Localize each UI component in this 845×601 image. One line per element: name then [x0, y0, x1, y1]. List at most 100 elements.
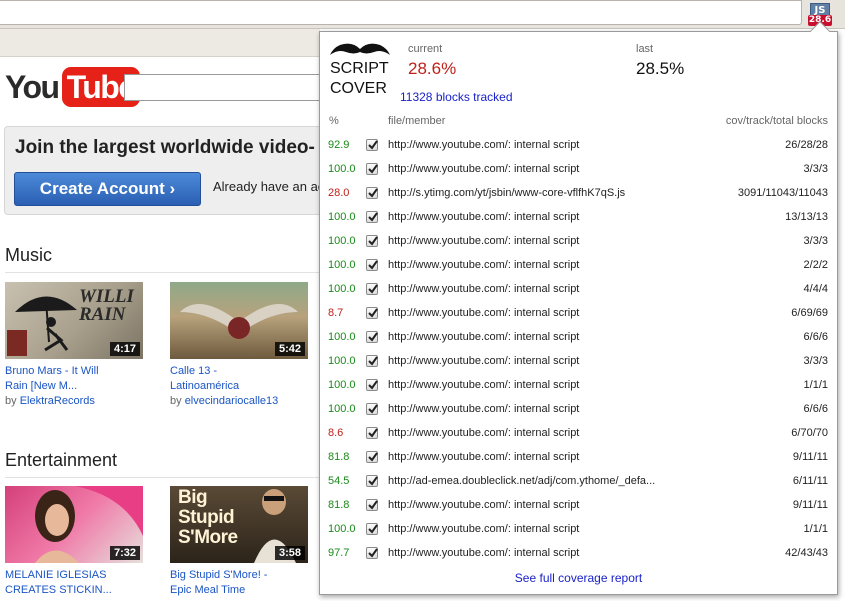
video-byline: by elvecindariocalle13: [170, 394, 310, 408]
scriptcover-logo: SCRIPT COVER: [327, 41, 391, 99]
video-thumbnail[interactable]: 7:32: [5, 486, 143, 563]
checkmark-icon: [368, 212, 378, 222]
block-counts: 2/2/2: [803, 259, 828, 271]
video-title-link[interactable]: Calle 13 - Latinoamérica: [170, 364, 310, 394]
video-title-link[interactable]: MELANIE IGLESIAS CREATES STICKIN...: [5, 568, 145, 598]
track-checkbox[interactable]: [366, 211, 378, 223]
block-counts: 3091/11043/11043: [737, 187, 828, 199]
checkmark-icon: [368, 236, 378, 246]
create-account-button[interactable]: Create Account ›: [14, 172, 201, 206]
track-checkbox[interactable]: [366, 499, 378, 511]
coverage-row: 8.7 http://www.youtube.com/: internal scr…: [320, 301, 837, 325]
block-counts: 13/13/13: [785, 211, 828, 223]
video-thumbnail[interactable]: WILLI RAIN 4:17: [5, 282, 143, 359]
section-title-entertainment[interactable]: Entertainment: [5, 450, 117, 471]
checkmark-icon: [368, 260, 378, 270]
block-counts: 9/11/11: [792, 499, 828, 511]
coverage-percent: 100.0: [328, 163, 356, 175]
track-checkbox[interactable]: [366, 187, 378, 199]
video-item[interactable]: 5:42 Calle 13 - Latinoamérica by elvecin…: [170, 282, 310, 408]
coverage-row: 100.0 http://www.youtube.com/: internal s…: [320, 229, 837, 253]
checkmark-icon: [368, 548, 378, 558]
search-input[interactable]: [124, 74, 324, 101]
coverage-percent: 100.0: [328, 523, 356, 535]
file-member-name: http://www.youtube.com/: internal script: [388, 499, 580, 511]
bookmarks-bar: [0, 29, 320, 57]
video-title-link[interactable]: Big Stupid S'More! - Epic Meal Time: [170, 568, 310, 598]
file-member-name: http://www.youtube.com/: internal script: [388, 259, 580, 271]
track-checkbox[interactable]: [366, 475, 378, 487]
mustache-icon: [330, 43, 390, 55]
coverage-row: 100.0 http://www.youtube.com/: internal s…: [320, 205, 837, 229]
file-member-name: http://ad-emea.doubleclick.net/adj/com.y…: [388, 475, 656, 487]
block-counts: 6/11/11: [792, 475, 828, 487]
coverage-percent: 54.5: [328, 475, 350, 487]
coverage-percent: 100.0: [328, 331, 356, 343]
checkmark-icon: [368, 452, 378, 462]
file-member-name: http://www.youtube.com/: internal script: [388, 355, 580, 367]
address-bar[interactable]: [0, 0, 802, 25]
video-thumbnail[interactable]: 5:42: [170, 282, 308, 359]
track-checkbox[interactable]: [366, 403, 378, 415]
video-title-link[interactable]: Bruno Mars - It Will Rain [New M...: [5, 364, 145, 394]
track-checkbox[interactable]: [366, 379, 378, 391]
file-member-name: http://www.youtube.com/: internal script: [388, 163, 580, 175]
video-item[interactable]: 7:32 MELANIE IGLESIAS CREATES STICKIN...: [5, 486, 145, 598]
channel-link[interactable]: ElektraRecords: [20, 395, 95, 407]
coverage-row: 100.0 http://www.youtube.com/: internal s…: [320, 397, 837, 421]
browser-toolbar: JS 28.6: [0, 0, 845, 29]
track-checkbox[interactable]: [366, 355, 378, 367]
block-counts: 6/70/70: [791, 427, 828, 439]
track-checkbox[interactable]: [366, 451, 378, 463]
block-counts: 42/43/43: [785, 547, 828, 559]
track-checkbox[interactable]: [366, 307, 378, 319]
coverage-row: 100.0 http://www.youtube.com/: internal s…: [320, 253, 837, 277]
already-have-account-text: Already have an ac: [213, 179, 325, 194]
checkmark-icon: [368, 428, 378, 438]
file-member-name: http://www.youtube.com/: internal script: [388, 523, 580, 535]
track-checkbox[interactable]: [366, 331, 378, 343]
file-member-name: http://www.youtube.com/: internal script: [388, 139, 580, 151]
coverage-row: 100.0 http://www.youtube.com/: internal s…: [320, 277, 837, 301]
video-item[interactable]: Big Stupid S'More 3:58 Big Stupid S'More…: [170, 486, 310, 598]
checkmark-icon: [368, 140, 378, 150]
track-checkbox[interactable]: [366, 139, 378, 151]
logo-you-text: You: [5, 68, 60, 105]
video-item[interactable]: WILLI RAIN 4:17 Bruno Mars - It Will Rai…: [5, 282, 145, 408]
file-member-name: http://www.youtube.com/: internal script: [388, 547, 580, 559]
track-checkbox[interactable]: [366, 259, 378, 271]
channel-link[interactable]: elvecindariocalle13: [185, 395, 279, 407]
track-checkbox[interactable]: [366, 547, 378, 559]
checkmark-icon: [368, 500, 378, 510]
coverage-percent: 100.0: [328, 283, 356, 295]
coverage-percent: 100.0: [328, 355, 356, 367]
coverage-row: 81.8 http://www.youtube.com/: internal sc…: [320, 493, 837, 517]
block-counts: 1/1/1: [803, 523, 828, 535]
coverage-percent: 97.7: [328, 547, 350, 559]
full-coverage-report-link[interactable]: See full coverage report: [320, 571, 837, 585]
video-duration: 7:32: [109, 546, 140, 560]
checkmark-icon: [368, 524, 378, 534]
join-title: Join the largest worldwide video-: [15, 137, 315, 158]
checkmark-icon: [368, 284, 378, 294]
checkmark-icon: [368, 188, 378, 198]
file-member-name: http://www.youtube.com/: internal script: [388, 403, 580, 415]
video-byline: by ElektraRecords: [5, 394, 145, 408]
section-title-music[interactable]: Music: [5, 245, 52, 266]
track-checkbox[interactable]: [366, 283, 378, 295]
track-checkbox[interactable]: [366, 235, 378, 247]
coverage-row: 97.7 http://www.youtube.com/: internal sc…: [320, 541, 837, 565]
track-checkbox[interactable]: [366, 163, 378, 175]
checkmark-icon: [368, 164, 378, 174]
block-counts: 3/3/3: [803, 163, 828, 175]
by-prefix: by: [170, 395, 182, 407]
track-checkbox[interactable]: [366, 523, 378, 535]
video-duration: 3:58: [274, 546, 305, 560]
video-thumbnail[interactable]: Big Stupid S'More 3:58: [170, 486, 308, 563]
file-member-name: http://s.ytimg.com/yt/jsbin/www-core-vfl…: [388, 187, 626, 199]
block-counts: 4/4/4: [803, 283, 828, 295]
join-banner: Join the largest worldwide video- Create…: [4, 126, 324, 215]
track-checkbox[interactable]: [366, 427, 378, 439]
coverage-percent: 100.0: [328, 259, 356, 271]
youtube-logo[interactable]: You Tube: [5, 67, 140, 107]
